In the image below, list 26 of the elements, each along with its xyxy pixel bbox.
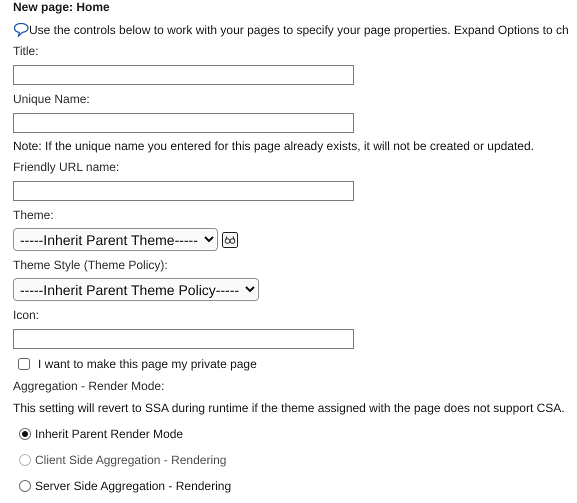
radio-button[interactable] [19,480,31,492]
section-label: Aggregation - Render Mode: [13,379,166,393]
info-text: Use the controls below to work with your pages to specify your page properties. Expand Options to ch [29,22,569,36]
field-label: Unique Name: [13,92,91,106]
radio-label: Inherit Parent Render Mode [35,427,184,441]
note-text: This setting will revert to SSA during runtime if the theme assigned with the page does not support CSA. [13,401,566,415]
checkbox[interactable] [18,358,30,370]
field-label: Title: [13,44,40,58]
preview-icon[interactable] [222,232,238,248]
text-field[interactable] [13,329,354,349]
dropdown[interactable]: -----Inherit Parent Theme Policy----- [13,278,259,301]
radio-label: Client Side Aggregation - Rendering [35,453,226,467]
text-field[interactable] [13,181,354,201]
field-label: Icon: [13,308,40,322]
text-field[interactable] [13,113,354,133]
note-text: Note: If the unique name you entered for this page already exists, it will not be created or updated. [13,139,535,153]
page-heading: New page: Home [13,0,111,14]
field-label: Theme Style (Theme Policy): [13,258,169,272]
dropdown[interactable]: -----Inherit Parent Theme----- [13,228,218,251]
field-label: Theme: [13,208,55,222]
text-field[interactable] [13,65,354,85]
radio-label: Server Side Aggregation - Rendering [35,479,232,493]
radio-button[interactable] [19,428,31,440]
speech-bubble-icon [13,22,29,37]
checkbox-label: I want to make this page my private page [38,357,257,371]
field-label: Friendly URL name: [13,160,120,174]
